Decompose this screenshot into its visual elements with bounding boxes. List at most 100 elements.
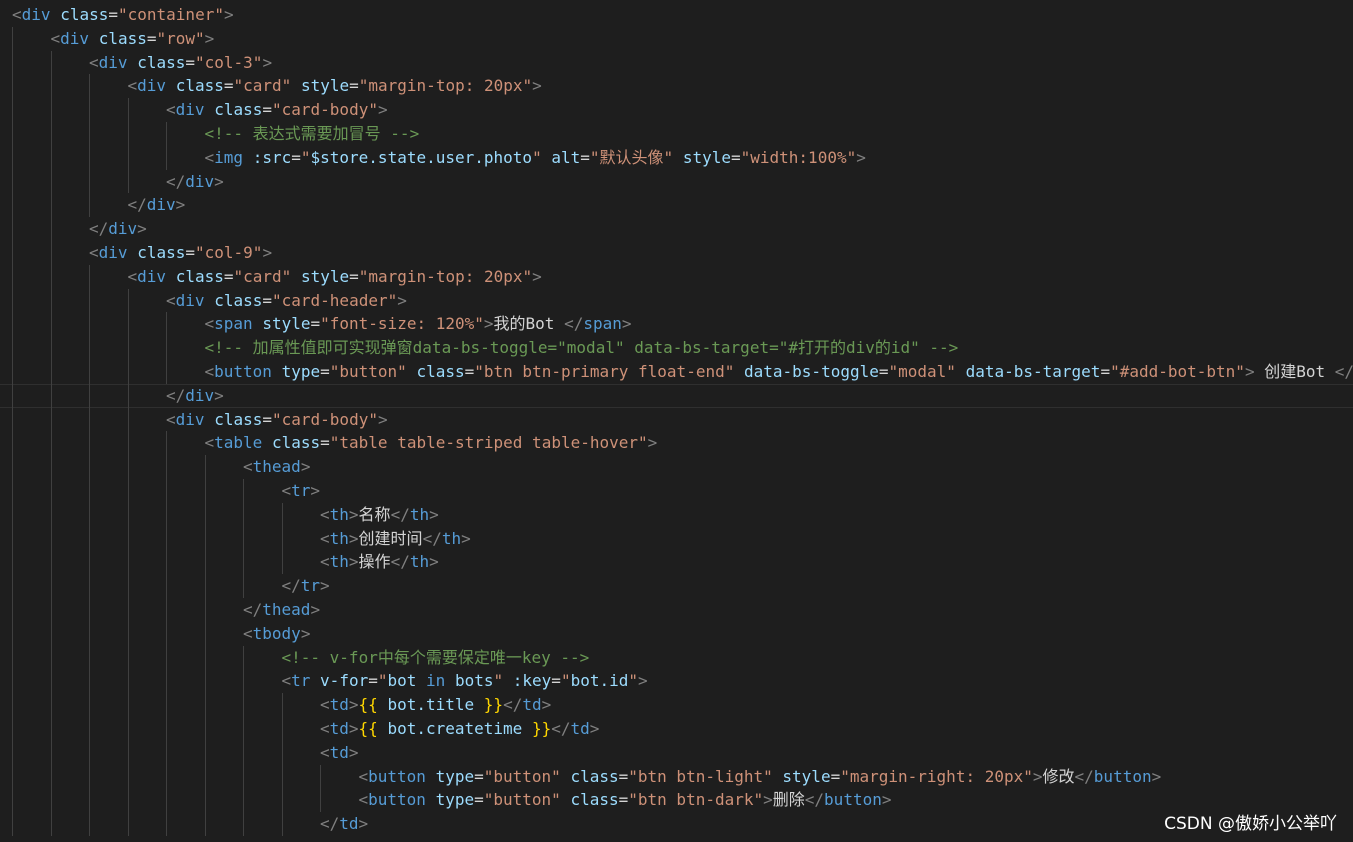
code-line[interactable]: </thead> bbox=[0, 597, 1353, 622]
code-line[interactable]: </tr> bbox=[0, 574, 1353, 598]
indent-guide bbox=[89, 597, 90, 622]
indent-guide bbox=[127, 693, 129, 717]
code-line[interactable]: <table class="table table-striped table-… bbox=[0, 431, 1353, 456]
code-line[interactable]: </div> bbox=[0, 383, 1353, 408]
code-line[interactable]: <td>{{ bot.createtime }}</td> bbox=[0, 716, 1353, 741]
code-line[interactable]: </div> bbox=[0, 217, 1353, 241]
indent-guide bbox=[89, 478, 90, 503]
indent-guide bbox=[166, 645, 167, 670]
indent-guide bbox=[281, 550, 283, 575]
code-line[interactable]: <div class="card-body"> bbox=[0, 98, 1353, 122]
code-token-key: in bbox=[426, 671, 446, 691]
code-token-str: "table table-striped table-hover" bbox=[329, 433, 648, 453]
code-line[interactable]: <tr> bbox=[0, 478, 1353, 503]
code-token-punc: > bbox=[429, 552, 439, 572]
code-line[interactable]: <!-- 表达式需要加冒号 --> bbox=[0, 121, 1353, 146]
code-token-tag: th bbox=[329, 504, 349, 524]
indent-guide bbox=[127, 550, 129, 575]
code-token-str: "btn btn-light" bbox=[628, 766, 773, 786]
indent-guide bbox=[89, 716, 90, 741]
code-token-tag: tr bbox=[291, 671, 311, 691]
code-line[interactable]: <th>名称</th> bbox=[0, 502, 1353, 527]
indent-guide bbox=[243, 812, 244, 836]
code-line[interactable]: <div class="col-9"> bbox=[0, 240, 1353, 265]
code-token-punc: </ bbox=[551, 718, 571, 738]
indent-guide bbox=[50, 383, 52, 408]
code-line[interactable]: <button type="button" class="btn btn-dar… bbox=[0, 788, 1353, 813]
indent-guide bbox=[281, 526, 283, 551]
code-line[interactable]: <div class="container"> bbox=[0, 3, 1353, 27]
code-token-attr: class bbox=[137, 52, 186, 72]
code-line[interactable]: <div class="card-header"> bbox=[0, 288, 1353, 313]
code-line[interactable]: </div> bbox=[0, 193, 1353, 218]
code-line[interactable]: <!-- 加属性值即可实现弹窗data-bs-toggle="modal" da… bbox=[0, 336, 1353, 360]
code-token-punc: > bbox=[175, 195, 186, 215]
indent-guide bbox=[204, 526, 206, 551]
code-line[interactable]: <div class="card" style="margin-top: 20p… bbox=[0, 264, 1353, 289]
indent-guide bbox=[50, 145, 52, 170]
code-token-attr: style bbox=[782, 766, 831, 786]
code-token-str: " bbox=[377, 671, 388, 691]
code-line[interactable]: <div class="card" style="margin-top: 20p… bbox=[0, 74, 1353, 99]
code-line[interactable]: <td>{{ bot.title }}</td> bbox=[0, 693, 1353, 717]
code-token-tag: tr bbox=[291, 480, 311, 500]
code-line[interactable]: <tr v-for="bot in bots" :key="bot.id"> bbox=[0, 669, 1353, 694]
code-token-punc: > bbox=[204, 28, 215, 48]
code-line[interactable]: </td> bbox=[0, 812, 1353, 836]
code-token-punc: > bbox=[348, 718, 359, 738]
code-token-punc: > bbox=[262, 242, 273, 262]
code-token-eq: = bbox=[830, 766, 841, 786]
code-token-punc: < bbox=[281, 671, 292, 691]
code-lines[interactable]: <div class="container"> <div class="row">… bbox=[0, 3, 1353, 836]
code-editor[interactable]: <div class="container"> <div class="row">… bbox=[0, 0, 1353, 842]
code-line[interactable]: <button type="button" class="btn btn-pri… bbox=[0, 359, 1353, 384]
code-line[interactable]: <td> bbox=[0, 740, 1353, 765]
code-token-attr: class bbox=[98, 28, 147, 48]
code-token-attr: class bbox=[416, 361, 465, 381]
code-line[interactable]: <!-- v-for中每个需要保定唯一key --> bbox=[0, 645, 1353, 670]
code-line[interactable]: <div class="row"> bbox=[0, 26, 1353, 51]
indent-guide bbox=[50, 431, 52, 456]
indent-guide bbox=[89, 264, 90, 289]
code-token-txt: 修改 bbox=[1042, 766, 1075, 786]
code-line[interactable]: <button type="button" class="btn btn-lig… bbox=[0, 764, 1353, 789]
code-line[interactable]: </div> bbox=[0, 169, 1353, 194]
code-token-attr: v-for bbox=[320, 671, 369, 691]
code-line[interactable]: <img :src="$store.state.user.photo" alt=… bbox=[0, 145, 1353, 170]
indent-guide bbox=[89, 193, 90, 218]
code-token-punc: > bbox=[358, 814, 369, 834]
indent-guide bbox=[50, 574, 52, 598]
code-line[interactable]: <span style="font-size: 120%">我的Bot </sp… bbox=[0, 312, 1353, 337]
code-line[interactable]: <div class="col-3"> bbox=[0, 50, 1353, 75]
code-token-punc: </ bbox=[127, 195, 147, 215]
code-token-com: <!-- v-for中每个需要保定唯一key --> bbox=[281, 647, 590, 667]
indent-guide bbox=[166, 502, 167, 527]
code-token-tag: tr bbox=[300, 576, 321, 596]
code-token-str: "button" bbox=[483, 766, 561, 786]
code-line[interactable]: <div class="card-body"> bbox=[0, 407, 1353, 432]
code-line[interactable]: <thead> bbox=[0, 455, 1353, 479]
indent-guide bbox=[89, 431, 90, 456]
code-token-str: "margin-right: 20px" bbox=[840, 766, 1033, 786]
code-line[interactable]: <tbody> bbox=[0, 621, 1353, 646]
code-token-brace: {{ bbox=[358, 695, 378, 715]
code-token-punc: > bbox=[348, 742, 359, 762]
indent-guide bbox=[50, 98, 52, 122]
indent-guide bbox=[89, 788, 90, 813]
code-line[interactable]: <th>操作</th> bbox=[0, 550, 1353, 575]
code-token-punc: > bbox=[647, 433, 658, 453]
code-token-tag: div bbox=[21, 5, 51, 24]
code-token-tag: div bbox=[175, 290, 205, 310]
code-token-punc: > bbox=[223, 5, 234, 24]
code-token-var: bot bbox=[387, 671, 417, 691]
indent-guide bbox=[166, 812, 167, 836]
code-token-tag: td bbox=[329, 718, 349, 738]
indent-guide bbox=[50, 336, 52, 360]
code-line[interactable]: <th>创建时间</th> bbox=[0, 526, 1353, 551]
